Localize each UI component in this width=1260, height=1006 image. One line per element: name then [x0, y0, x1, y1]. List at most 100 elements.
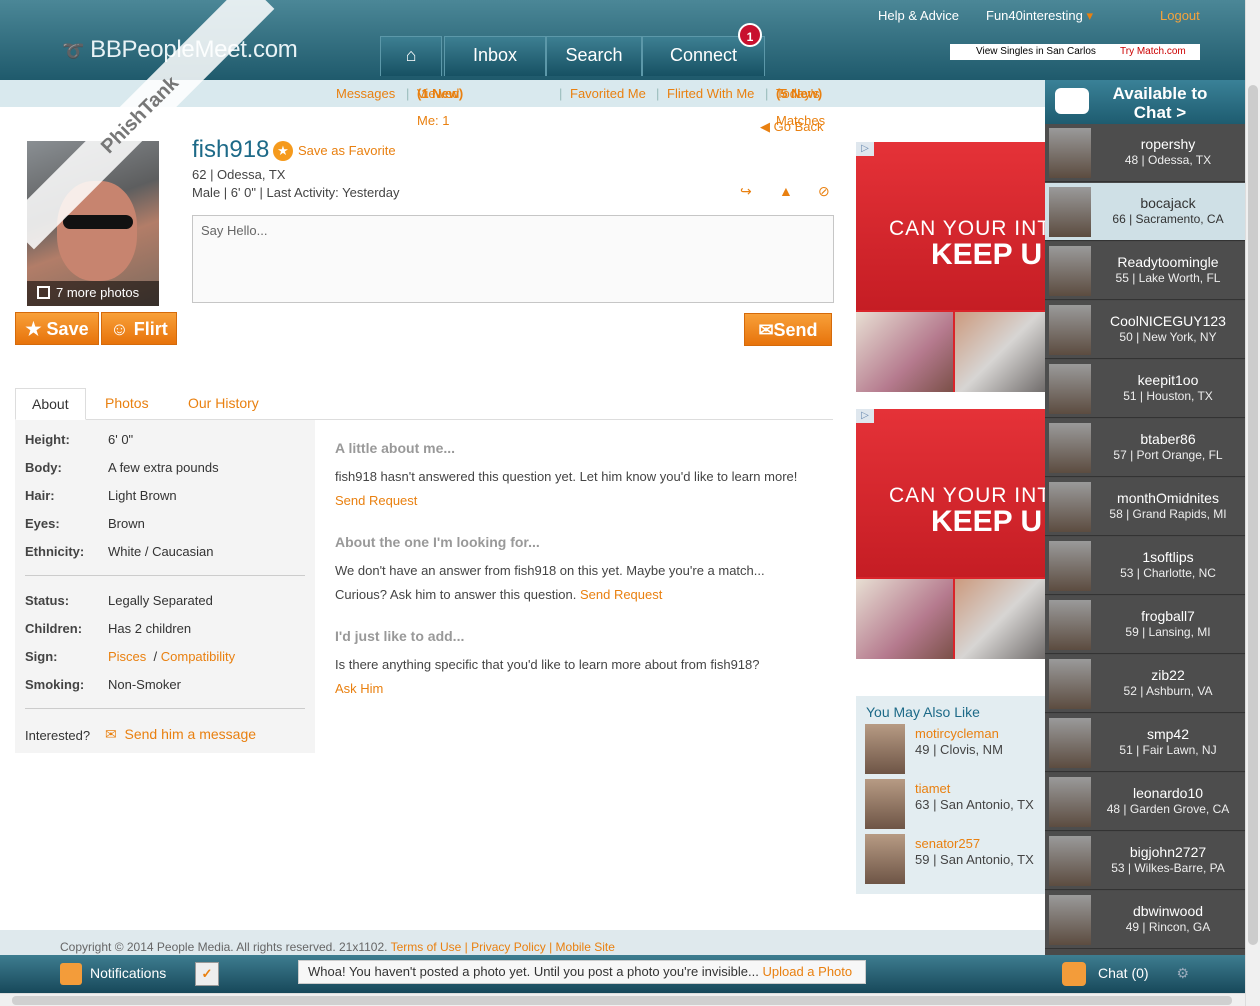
logout-link[interactable]: Logout	[1160, 8, 1200, 23]
compatibility-link[interactable]: Compatibility	[161, 649, 235, 664]
tab-photos[interactable]: Photos	[89, 388, 165, 420]
about-row: Sign: Pisces / Compatibility	[25, 649, 236, 664]
envelope-icon: ✉	[758, 320, 774, 340]
flirt-button[interactable]: ☺ Flirt	[101, 312, 177, 345]
send-request-link[interactable]: Send Request	[580, 587, 662, 602]
you-may-also-like: You May Also Like motircycleman 49 | Clo…	[856, 696, 1046, 894]
send-message-link[interactable]: ✉ Send him a message	[105, 726, 256, 743]
avatar[interactable]	[1049, 541, 1091, 591]
nav-inbox[interactable]: Inbox	[444, 36, 546, 76]
subnav-favorited[interactable]: Favorited Me	[570, 80, 646, 107]
avatar[interactable]	[1049, 364, 1091, 414]
tab-history[interactable]: Our History	[172, 388, 275, 420]
envelope-icon: ✉	[105, 726, 117, 742]
chat-user-item[interactable]: dbwinwood 49 | Rincon, GA	[1045, 891, 1245, 949]
forward-icon[interactable]: ↪	[740, 183, 752, 200]
chat-user-item[interactable]: bigjohn2727 53 | Wilkes-Barre, PA	[1045, 832, 1245, 890]
send-button[interactable]: ✉Send	[744, 313, 832, 346]
home-button[interactable]: ⌂	[380, 36, 442, 76]
avatar[interactable]	[1049, 187, 1091, 237]
chat-user-item[interactable]: CoolNICEGUY123 50 | New York, NY	[1045, 301, 1245, 359]
avatar[interactable]	[1049, 777, 1091, 827]
avatar[interactable]	[865, 724, 905, 774]
about-row: Status: Legally Separated	[25, 593, 213, 608]
chat-user-item[interactable]: 1softlips 53 | Charlotte, NC	[1045, 537, 1245, 595]
back-arrow-icon: ◀	[760, 119, 770, 134]
chat-panel: Available to Chat > ropershy 48 | Odessa,…	[1045, 80, 1245, 955]
connect-badge: 1	[738, 23, 762, 47]
avatar[interactable]	[1049, 305, 1091, 355]
help-link[interactable]: Help & Advice	[878, 8, 959, 23]
gear-icon[interactable]: ⚙	[1176, 965, 1189, 981]
subnav-viewed[interactable]: Viewed Me: 1 (1 New)	[417, 80, 463, 128]
horizontal-scrollbar[interactable]	[0, 993, 1245, 1006]
save-favorite-link[interactable]: Save as Favorite	[298, 143, 396, 158]
chat-header[interactable]: Available to Chat >	[1045, 80, 1245, 124]
chat-user-item[interactable]: leonardo10 48 | Garden Grove, CA	[1045, 773, 1245, 831]
qa-heading: I'd just like to add...	[335, 628, 465, 644]
interested-label: Interested?	[25, 728, 91, 743]
avatar[interactable]	[1049, 659, 1091, 709]
send-request-link[interactable]: Send Request	[335, 493, 417, 508]
subnav-matches[interactable]: Today's Matches (5 New)	[776, 80, 825, 128]
vertical-scrollbar[interactable]	[1245, 0, 1260, 1006]
more-photos-link[interactable]: 7 more photos	[27, 281, 159, 306]
about-row: Ethnicity: White / Caucasian	[25, 544, 214, 559]
chat-user-item[interactable]: smp42 51 | Fair Lawn, NJ	[1045, 714, 1245, 772]
report-icon[interactable]: ▲	[779, 183, 793, 199]
ad-banner[interactable]: CAN YOUR INT KEEP U ▷	[856, 142, 1046, 392]
chat-user-item[interactable]: frogball7 59 | Lansing, MI	[1045, 596, 1245, 654]
about-row: Children: Has 2 children	[25, 621, 192, 636]
ad-banner[interactable]: CAN YOUR INT KEEP U ▷	[856, 409, 1046, 659]
qa-text: We don't have an answer from fish918 on …	[335, 563, 765, 602]
avatar[interactable]	[865, 779, 905, 829]
avatar[interactable]	[1049, 895, 1091, 945]
tab-about[interactable]: About	[15, 388, 86, 420]
checklist-icon[interactable]: ✓	[195, 962, 219, 986]
profile-stats: Male | 6' 0" | Last Activity: Yesterday	[192, 185, 400, 200]
avatar[interactable]	[1049, 246, 1091, 296]
avatar[interactable]	[1049, 600, 1091, 650]
promo-banner[interactable]: View Singles in San Carlos Try Match.com	[950, 44, 1200, 60]
notification-icon	[60, 963, 82, 986]
chat-user-item[interactable]: ropershy 48 | Odessa, TX	[1045, 124, 1245, 182]
qa-heading: A little about me...	[335, 440, 456, 456]
chat-user-item[interactable]: monthOmidnites 58 | Grand Rapids, MI	[1045, 478, 1245, 536]
subnav-flirted[interactable]: Flirted With Me	[667, 80, 754, 107]
page-footer: Copyright © 2014 People Media. All right…	[0, 930, 1045, 955]
save-button[interactable]: ★ Save	[15, 312, 99, 345]
chat-user-item[interactable]: Readytoomingle 55 | Lake Worth, FL	[1045, 242, 1245, 300]
avatar[interactable]	[1049, 423, 1091, 473]
chat-user-item[interactable]: btaber86 57 | Port Orange, FL	[1045, 419, 1245, 477]
about-row: Hair: Light Brown	[25, 488, 177, 503]
avatar[interactable]	[1049, 482, 1091, 532]
suggested-profile[interactable]: tiamet 63 | San Antonio, TX	[865, 779, 1045, 831]
about-panel: Height: 6' 0" Body: A few extra pounds Hai…	[15, 420, 315, 753]
profile-username: fish918	[192, 136, 270, 163]
notifications-button[interactable]: Notifications	[60, 961, 166, 986]
chat-user-item[interactable]: keepit1oo 51 | Houston, TX	[1045, 360, 1245, 418]
avatar[interactable]	[1049, 836, 1091, 886]
about-row: Smoking: Non-Smoker	[25, 677, 181, 692]
nav-search[interactable]: Search	[546, 36, 642, 76]
go-back-link[interactable]: ◀ Go Back	[760, 119, 823, 135]
chat-user-item[interactable]: bocajack 66 | Sacramento, CA	[1045, 183, 1245, 241]
about-row: Body: A few extra pounds	[25, 460, 219, 475]
subnav-messages[interactable]: Messages	[336, 80, 395, 107]
adchoices-icon[interactable]: ▷	[856, 409, 874, 423]
fun-menu[interactable]: Fun40interesting ▾	[986, 8, 1093, 24]
adchoices-icon[interactable]: ▷	[856, 142, 874, 156]
ask-him-link[interactable]: Ask Him	[335, 681, 383, 696]
sign-link[interactable]: Pisces	[108, 649, 146, 664]
chat-user-item[interactable]: zib22 52 | Ashburn, VA	[1045, 655, 1245, 713]
avatar[interactable]	[1049, 718, 1091, 768]
chat-button[interactable]: Chat (0) ⚙	[1062, 961, 1189, 987]
upload-photo-link[interactable]: Upload a Photo	[763, 964, 853, 979]
block-icon[interactable]: ⊘	[818, 183, 830, 200]
suggested-profile[interactable]: senator257 59 | San Antonio, TX	[865, 834, 1045, 886]
suggested-profile[interactable]: motircycleman 49 | Clovis, NM	[865, 724, 1045, 776]
avatar[interactable]	[865, 834, 905, 884]
say-hello-input[interactable]: Say Hello...	[192, 215, 834, 303]
avatar[interactable]	[1049, 128, 1091, 178]
favorite-star-icon[interactable]: ★	[273, 141, 293, 161]
